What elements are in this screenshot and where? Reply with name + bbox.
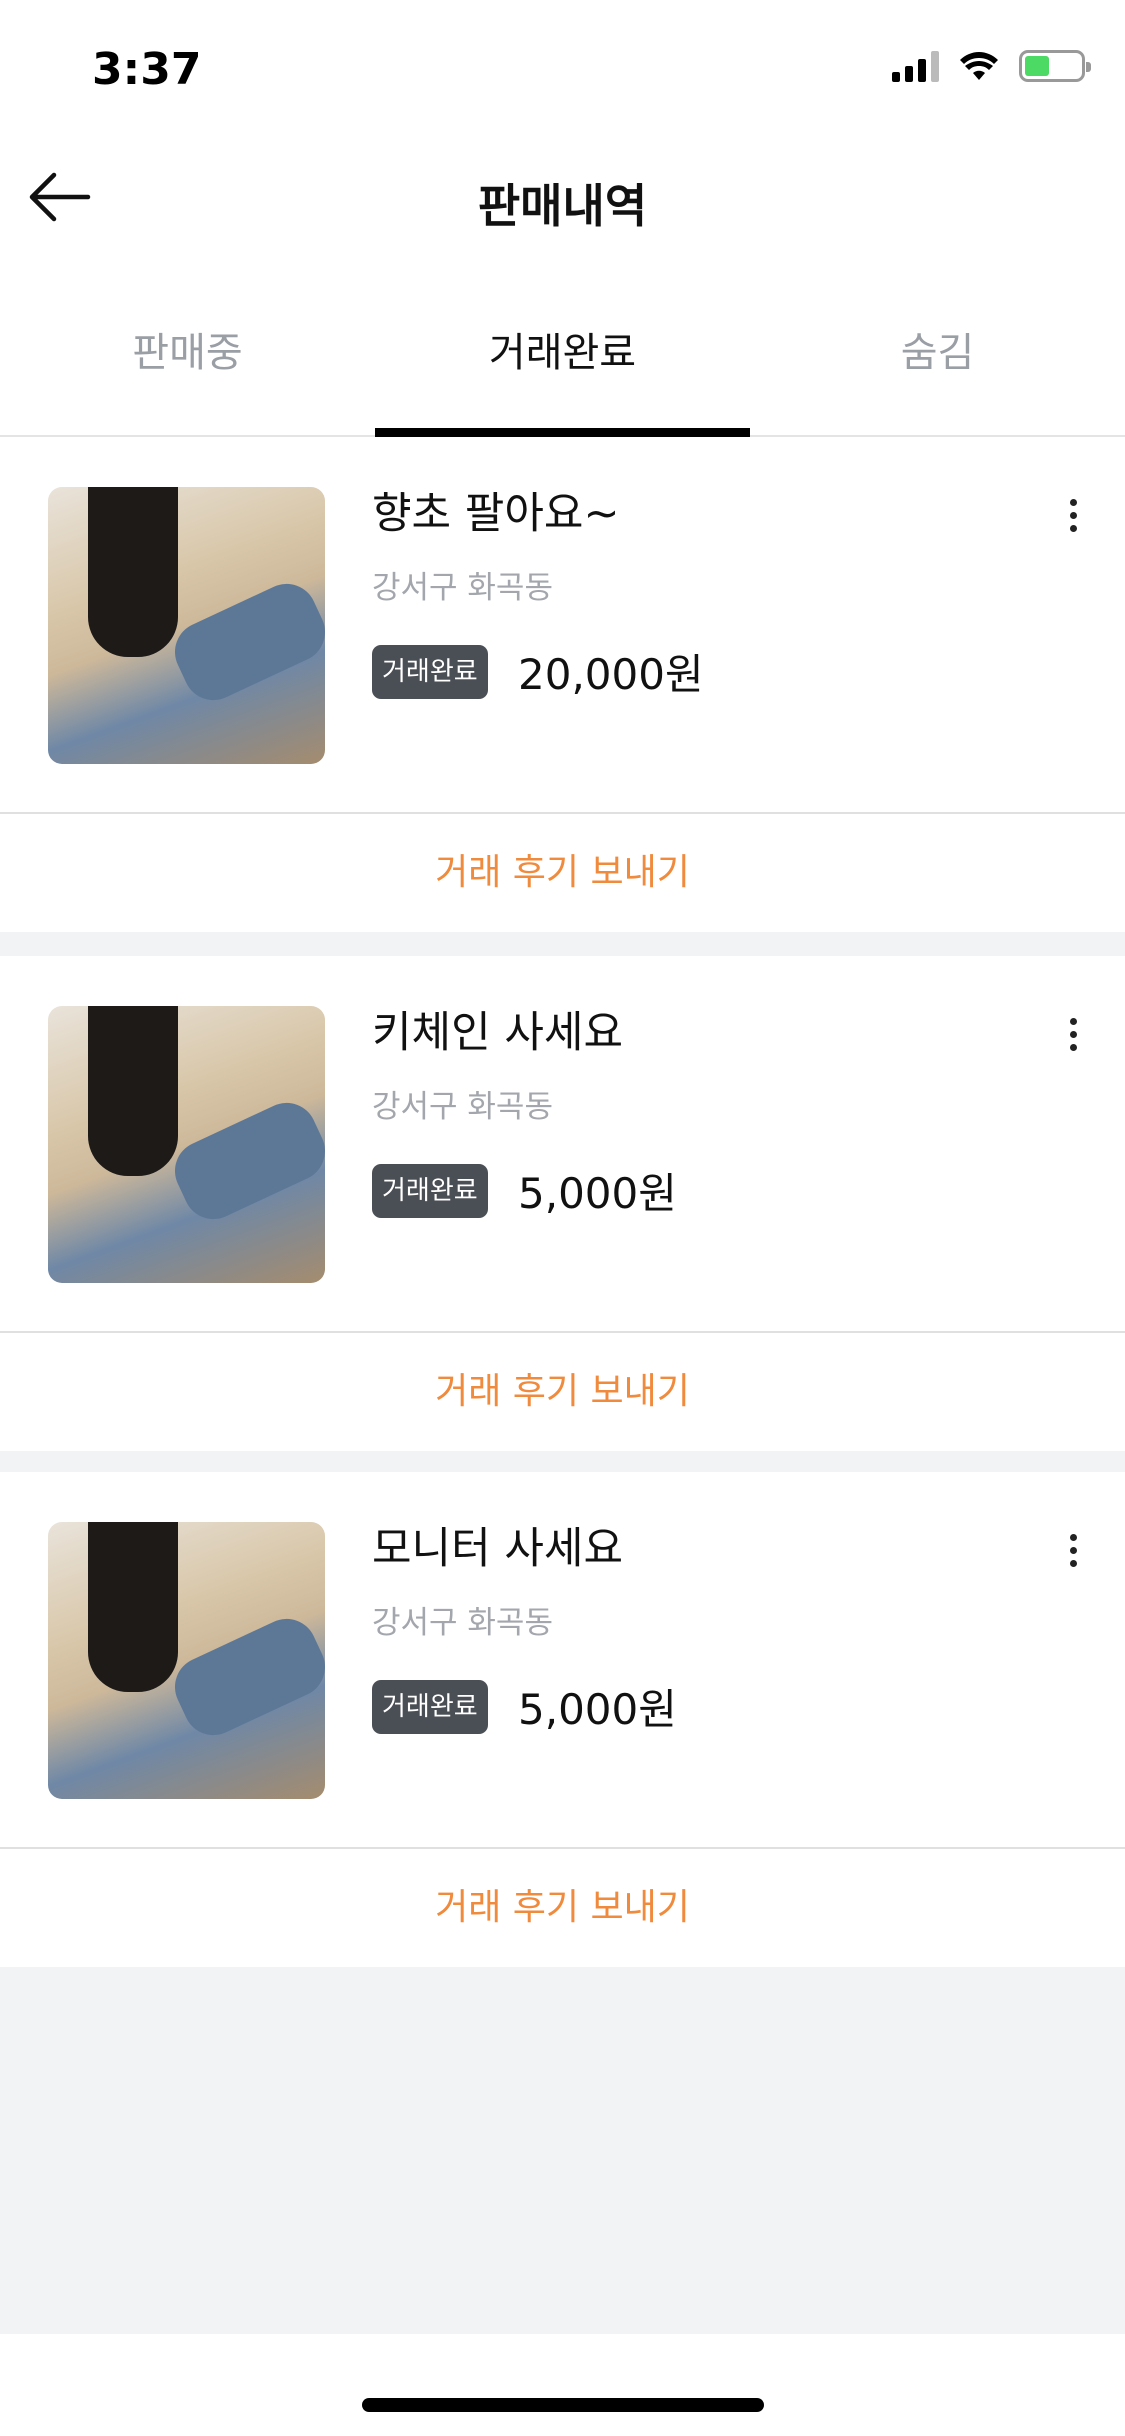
sale-item-card[interactable]: 향초 팔아요~ 강서구 화곡동 거래완료 20,000원 거래 후기 보내기 (0, 437, 1125, 932)
more-options-icon[interactable] (1067, 499, 1079, 532)
tab-completed[interactable]: 거래완료 (375, 310, 750, 437)
signal-icon (892, 50, 939, 82)
more-options-icon[interactable] (1067, 1018, 1079, 1051)
more-options-icon[interactable] (1067, 1534, 1079, 1567)
bottom-safe-area (0, 2334, 1125, 2436)
product-image[interactable] (48, 1006, 325, 1283)
home-indicator (362, 2398, 764, 2412)
tab-hidden[interactable]: 숨김 (750, 310, 1125, 437)
sale-item-card[interactable]: 키체인 사세요 강서구 화곡동 거래완료 5,000원 거래 후기 보내기 (0, 956, 1125, 1451)
item-location: 강서구 화곡동 (372, 1089, 553, 1125)
item-location: 강서구 화곡동 (372, 570, 553, 606)
status-badge: 거래완료 (372, 645, 488, 699)
product-image[interactable] (48, 487, 325, 764)
battery-icon (1019, 50, 1091, 82)
tab-bar: 판매중 거래완료 숨김 (0, 310, 1125, 437)
status-badge: 거래완료 (372, 1164, 488, 1218)
item-title: 향초 팔아요~ (372, 489, 620, 539)
status-badge: 거래완료 (372, 1680, 488, 1734)
item-price: 5,000원 (518, 1169, 677, 1218)
wifi-icon (960, 52, 998, 80)
send-review-button[interactable]: 거래 후기 보내기 (0, 1849, 1125, 1967)
tab-selling[interactable]: 판매중 (0, 310, 375, 437)
send-review-button[interactable]: 거래 후기 보내기 (0, 1333, 1125, 1451)
top-bar: 3:37 판매내역 판매중 거래완료 숨김 (0, 0, 1125, 437)
page-title: 판매내역 (477, 179, 648, 233)
send-review-button[interactable]: 거래 후기 보내기 (0, 814, 1125, 932)
sale-item-card[interactable]: 모니터 사세요 강서구 화곡동 거래완료 5,000원 거래 후기 보내기 (0, 1472, 1125, 1967)
product-image[interactable] (48, 1522, 325, 1799)
item-price: 20,000원 (518, 650, 704, 699)
status-icons (892, 50, 1091, 82)
item-title: 키체인 사세요 (372, 1008, 624, 1058)
item-price: 5,000원 (518, 1685, 677, 1734)
item-location: 강서구 화곡동 (372, 1605, 553, 1641)
status-time: 3:37 (92, 44, 202, 95)
item-title: 모니터 사세요 (372, 1524, 624, 1574)
